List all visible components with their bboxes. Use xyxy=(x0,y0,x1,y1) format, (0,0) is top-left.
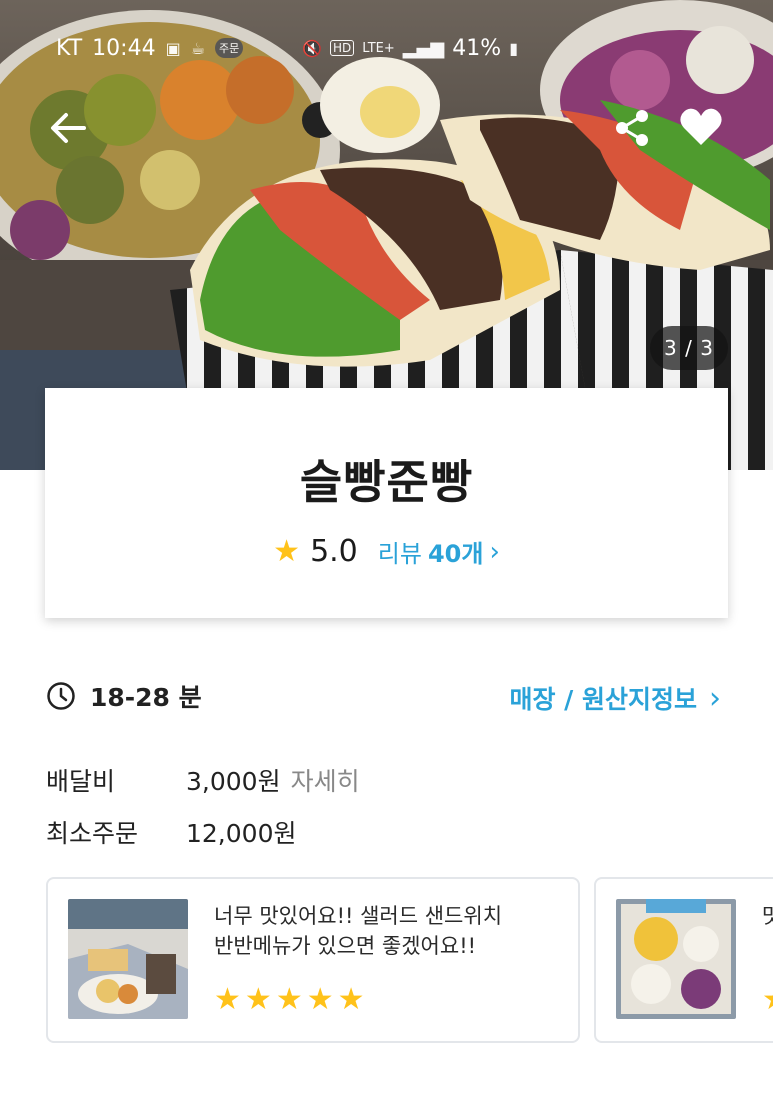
review-text-line: 맛 xyxy=(762,901,773,931)
clock-icon xyxy=(47,682,75,710)
review-count: 40개 xyxy=(427,540,484,568)
back-arrow-icon[interactable] xyxy=(48,108,88,148)
review-photo xyxy=(616,899,736,1019)
rating-row: ★ 5.0 리뷰 40개 › xyxy=(45,534,728,569)
store-info-card: 슬빵준빵 ★ 5.0 리뷰 40개 › xyxy=(45,388,728,618)
review-stars: ★ ★ ★ ★ ★ xyxy=(214,985,365,1015)
gallery-icon: ▣ xyxy=(165,38,181,58)
star-icon: ★ xyxy=(306,982,334,1017)
battery-icon: ▮ xyxy=(509,38,518,58)
delivery-time: 18-28 분 xyxy=(90,683,202,712)
delivery-time-row: 18-28 분 xyxy=(46,678,202,714)
star-icon: ★ xyxy=(244,982,272,1017)
chevron-right-icon: › xyxy=(489,536,500,567)
signal-icon: ▂▄▆ xyxy=(402,37,445,59)
star-icon: ★ xyxy=(275,982,303,1017)
battery-percent: 41% xyxy=(452,35,502,61)
review-text-line: 반반메뉴가 있으면 좋겠어요!! xyxy=(214,934,477,958)
review-photo xyxy=(68,899,188,1019)
min-order-row: 최소주문 12,000원 xyxy=(46,814,296,850)
min-order-label: 최소주문 xyxy=(46,819,139,848)
network-label: LTE+ xyxy=(362,40,395,56)
review-link[interactable]: 리뷰 40개 › xyxy=(378,534,500,569)
review-card[interactable]: 맛 ★ xyxy=(594,877,773,1043)
share-icon[interactable] xyxy=(612,108,652,148)
review-label: 리뷰 xyxy=(377,540,422,568)
delivery-fee-detail-link[interactable]: 자세히 xyxy=(291,762,360,798)
review-text: 맛 xyxy=(762,901,773,931)
delivery-fee-label: 배달비 xyxy=(46,767,116,796)
hd-icon: HD xyxy=(329,40,355,56)
review-stars: ★ xyxy=(762,985,773,1015)
order-notification-badge: 주문 xyxy=(215,38,244,58)
min-order-value: 12,000원 xyxy=(186,819,297,848)
heart-icon[interactable] xyxy=(678,104,724,150)
star-icon: ★ xyxy=(337,982,365,1017)
mute-icon: 🔇 xyxy=(302,38,322,58)
status-bar: KT 10:44 ▣ ☕ 주문 🔇 HD LTE+ ▂▄▆ 41% ▮ xyxy=(0,28,773,68)
store-origin-info-link[interactable]: 매장 / 원산지정보 › xyxy=(509,680,721,716)
rating-value: 5.0 xyxy=(310,534,358,569)
chevron-right-icon: › xyxy=(709,680,721,716)
store-name: 슬빵준빵 xyxy=(299,455,474,509)
carrier-label: KT xyxy=(56,35,83,61)
star-icon: ★ xyxy=(273,533,301,569)
delivery-fee-value: 3,000원 xyxy=(186,767,281,796)
delivery-fee-row: 배달비 3,000원 자세히 xyxy=(46,762,360,798)
review-text: 너무 맛있어요!! 샐러드 샌드위치 반반메뉴가 있으면 좋겠어요!! xyxy=(214,901,544,961)
review-card[interactable]: 너무 맛있어요!! 샐러드 샌드위치 반반메뉴가 있으면 좋겠어요!! ★ ★ … xyxy=(46,877,580,1043)
review-text-line: 너무 맛있어요!! 샐러드 샌드위치 xyxy=(214,904,503,928)
clock-time: 10:44 xyxy=(92,35,156,61)
cup-icon: ☕ xyxy=(190,38,206,58)
star-icon: ★ xyxy=(214,982,241,1017)
image-page-counter: 3 / 3 xyxy=(650,326,728,370)
store-origin-info-label: 매장 / 원산지정보 xyxy=(509,685,697,714)
star-icon: ★ xyxy=(762,985,773,1015)
